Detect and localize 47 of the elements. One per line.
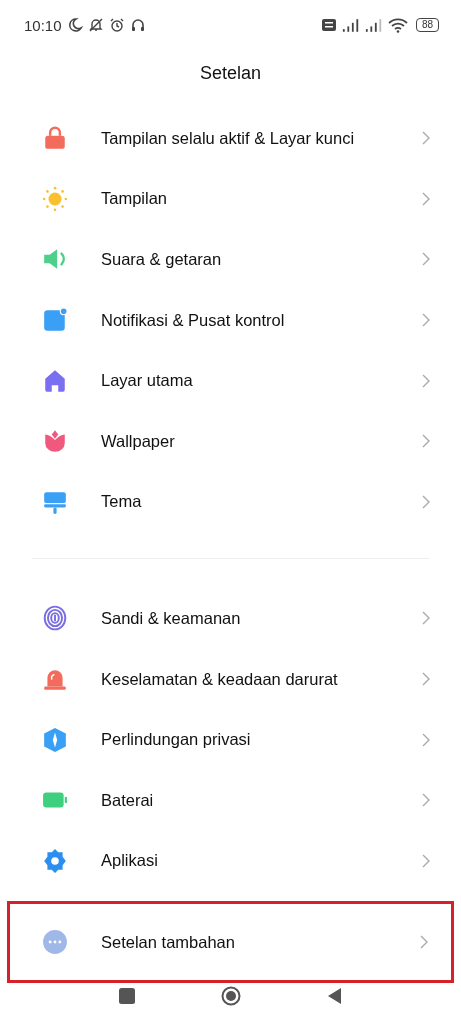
chevron-right-icon (421, 190, 431, 207)
settings-item[interactable]: Keselamatan & keadaan darurat (0, 648, 461, 710)
settings-item[interactable]: Wallpaper (0, 410, 461, 472)
headphones-icon (129, 17, 146, 33)
muted-bell-icon (87, 17, 104, 33)
chevron-right-icon (421, 610, 431, 627)
settings-item[interactable]: Notifikasi & Pusat kontrol (0, 289, 461, 351)
home-button[interactable] (220, 986, 241, 1007)
battery-level: 88 (415, 18, 439, 32)
settings-item[interactable]: Suara & getaran (0, 229, 461, 290)
notification-icon (42, 307, 68, 334)
more-icon (42, 929, 68, 956)
chevron-right-icon (421, 731, 431, 748)
chevron-right-icon (421, 251, 431, 268)
status-time: 10:10 (24, 16, 62, 34)
highlighted-settings-item[interactable]: Setelan tambahan (7, 901, 454, 984)
signal-icon (341, 18, 360, 32)
chevron-right-icon (419, 934, 429, 951)
chevron-right-icon (421, 671, 431, 688)
chevron-right-icon (421, 852, 431, 869)
fingerprint-icon (42, 605, 68, 632)
settings-item[interactable]: Layar utama (0, 350, 461, 411)
moon-icon (66, 17, 83, 33)
settings-item[interactable]: Perlindungan privasi (0, 709, 461, 770)
recents-button[interactable] (116, 986, 137, 1007)
flower-icon (42, 428, 68, 455)
chevron-right-icon (421, 372, 431, 389)
settings-item[interactable]: Baterai (0, 769, 461, 831)
settings-item[interactable]: Tema (0, 471, 461, 533)
page-title: Setelan (198, 62, 263, 85)
settings-icon (42, 847, 68, 874)
sun-icon (42, 185, 68, 212)
settings-item[interactable]: Tampilan (0, 168, 461, 230)
chevron-right-icon (421, 312, 431, 329)
chevron-right-icon (421, 792, 431, 809)
settings-item[interactable]: Tampilan selalu aktif & Layar kunci (0, 108, 461, 169)
alarm-icon (108, 17, 125, 33)
wifi-icon (387, 17, 408, 33)
chevron-right-icon (421, 493, 431, 510)
chevron-right-icon (421, 433, 431, 450)
shield-icon (42, 726, 68, 753)
chevron-right-icon (421, 130, 431, 147)
volte-icon (320, 17, 337, 33)
settings-item[interactable]: Aplikasi (0, 830, 461, 892)
signal-icon (364, 18, 383, 32)
settings-item[interactable]: Sandi & keamanan (0, 588, 461, 649)
lock-icon (42, 125, 68, 152)
